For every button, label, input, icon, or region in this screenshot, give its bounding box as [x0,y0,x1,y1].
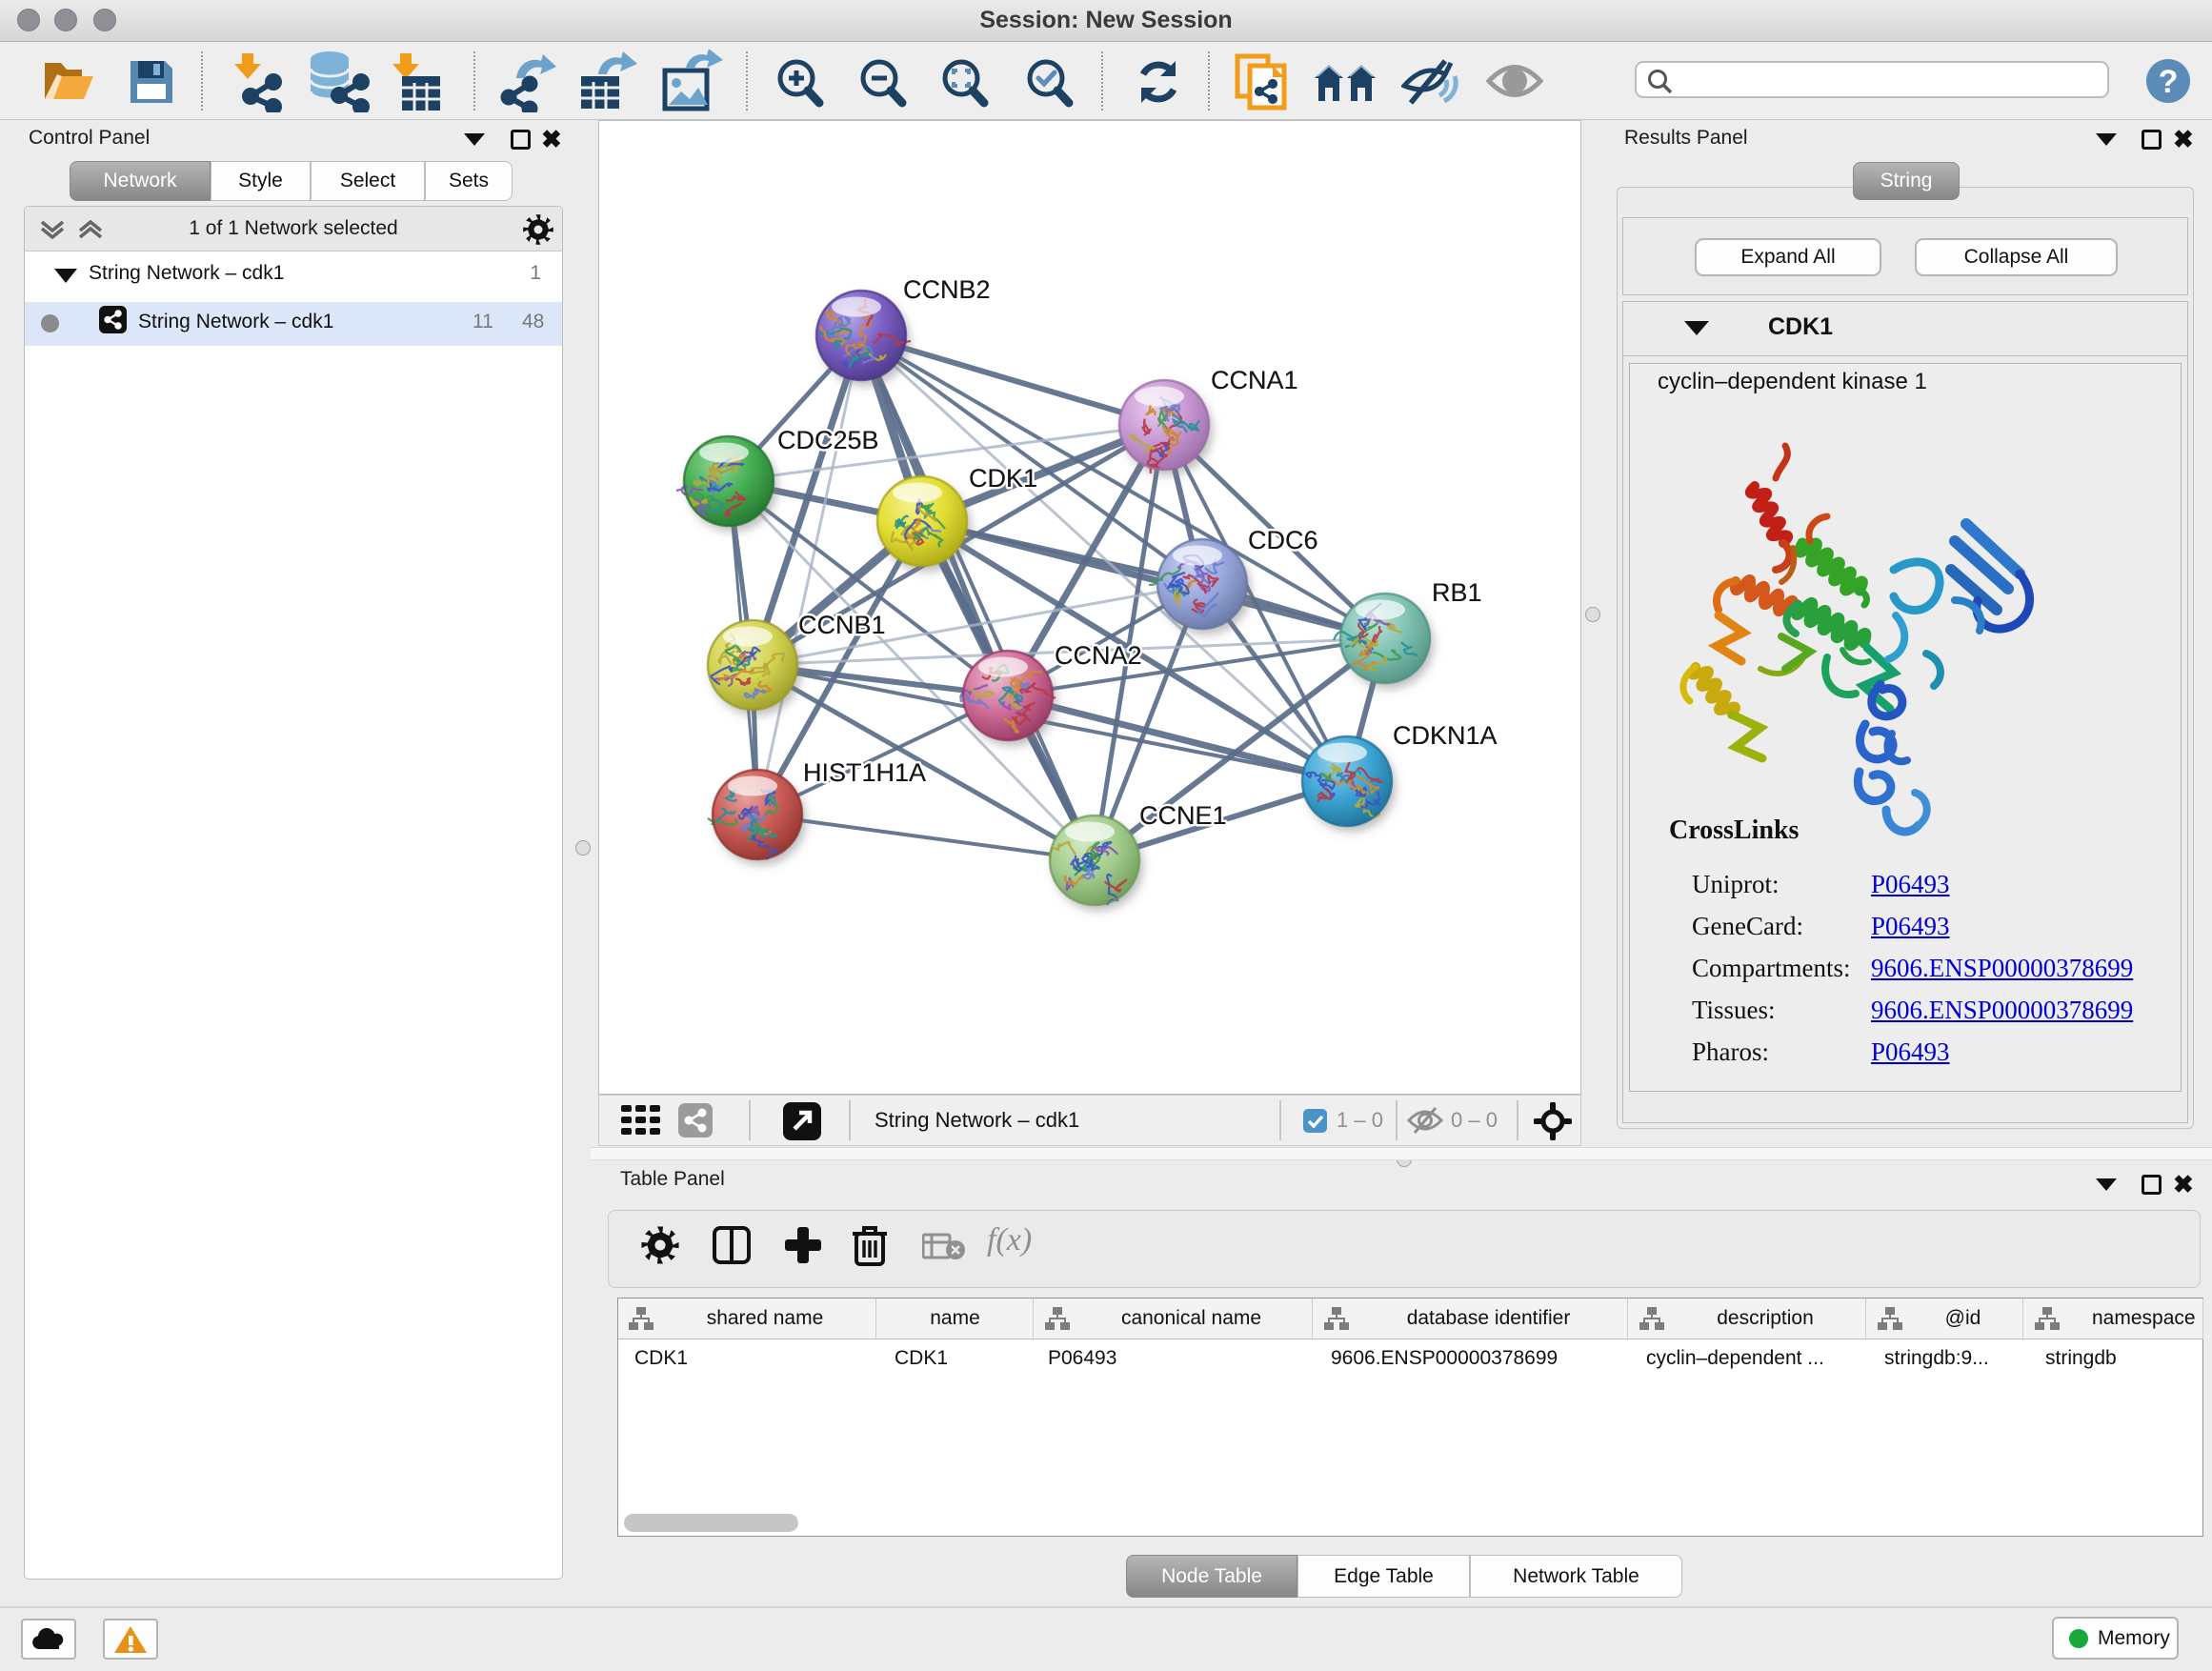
svg-text:CDK1: CDK1 [969,464,1037,493]
svg-text:HIST1H1A: HIST1H1A [803,758,926,787]
svg-text:CCNA2: CCNA2 [1055,641,1142,670]
svg-text:CDKN1A: CDKN1A [1393,721,1498,750]
svg-text:CDC25B: CDC25B [777,426,879,454]
svg-text:CCNA1: CCNA1 [1211,366,1298,394]
svg-text:CCNE1: CCNE1 [1139,801,1227,830]
svg-text:CCNB1: CCNB1 [798,611,886,639]
svg-text:?: ? [2159,64,2179,100]
svg-text:CDC6: CDC6 [1248,526,1318,554]
svg-text:CCNB2: CCNB2 [903,275,991,304]
svg-text:RB1: RB1 [1432,578,1482,607]
